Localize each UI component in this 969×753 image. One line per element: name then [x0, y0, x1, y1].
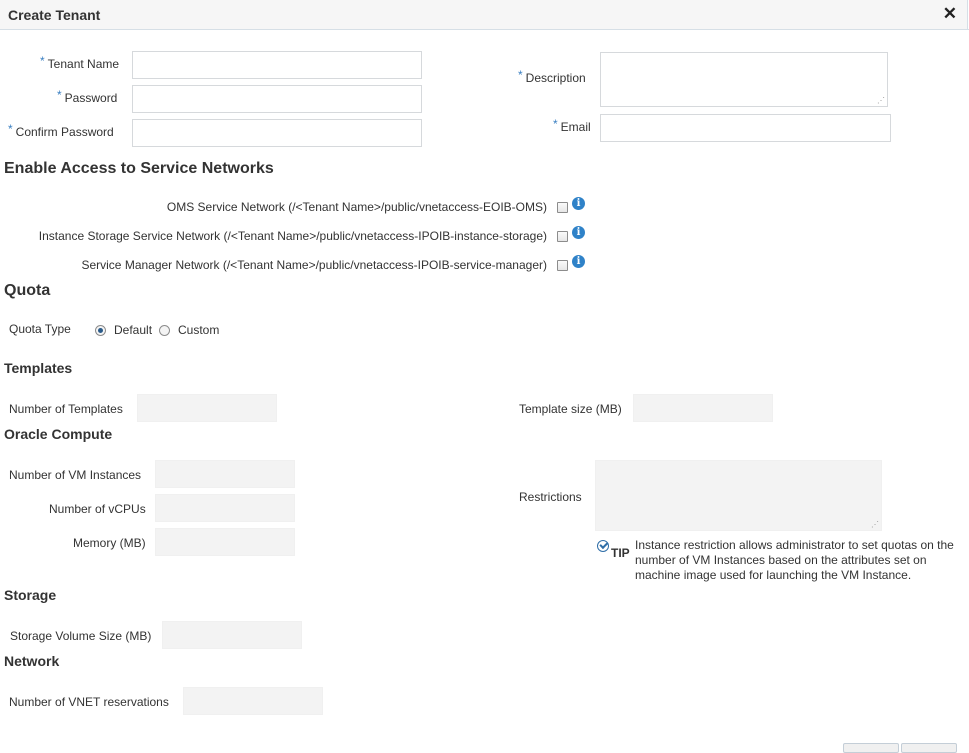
required-marker: *: [57, 88, 62, 102]
resize-handle-icon[interactable]: ⋰: [877, 97, 885, 105]
templates-heading: Templates: [4, 360, 73, 376]
vm-instances-input[interactable]: [155, 460, 295, 488]
storage-volume-input[interactable]: [162, 621, 302, 649]
oracle-compute-heading: Oracle Compute: [4, 426, 113, 442]
network-label-oms: OMS Service Network (/<Tenant Name>/publ…: [166, 200, 547, 214]
restrictions-textarea[interactable]: ⋰: [595, 460, 882, 531]
restrictions-label: Restrictions: [519, 490, 582, 504]
required-marker: *: [8, 122, 13, 136]
memory-label: Memory (MB): [73, 536, 146, 550]
network-checkbox-instance-storage[interactable]: [557, 231, 568, 242]
quota-default-label[interactable]: Default: [114, 323, 152, 337]
networks-heading: Enable Access to Service Networks: [4, 160, 274, 177]
email-input[interactable]: [600, 114, 891, 142]
quota-type-label: Quota Type: [9, 322, 71, 336]
required-marker: *: [40, 54, 45, 68]
vcpus-input[interactable]: [155, 494, 295, 522]
resize-handle-icon[interactable]: ⋰: [871, 521, 879, 529]
close-icon[interactable]: ✕: [943, 5, 957, 22]
confirm-password-label: * Confirm Password: [8, 122, 114, 139]
footer-button[interactable]: [901, 743, 957, 753]
network-label-service-manager: Service Manager Network (/<Tenant Name>/…: [81, 258, 547, 272]
quota-custom-label[interactable]: Custom: [178, 323, 219, 337]
network-label-instance-storage: Instance Storage Service Network (/<Tena…: [38, 229, 547, 243]
storage-volume-label: Storage Volume Size (MB): [10, 629, 152, 643]
network-checkbox-oms[interactable]: [557, 202, 568, 213]
memory-input[interactable]: [155, 528, 295, 556]
vcpus-label: Number of vCPUs: [49, 502, 146, 516]
email-label: * Email: [553, 117, 591, 134]
dialog-title: Create Tenant: [8, 7, 101, 23]
template-size-input[interactable]: [633, 394, 773, 422]
template-size-label: Template size (MB): [519, 402, 622, 416]
tenant-name-input[interactable]: [132, 51, 422, 79]
info-icon[interactable]: i: [572, 255, 585, 268]
vm-instances-label: Number of VM Instances: [9, 468, 142, 482]
password-input[interactable]: [132, 85, 422, 113]
network-checkbox-service-manager[interactable]: [557, 260, 568, 271]
vnet-reservations-input[interactable]: [183, 687, 323, 715]
info-icon[interactable]: i: [572, 197, 585, 210]
required-marker: *: [553, 117, 558, 131]
network-heading: Network: [4, 653, 60, 669]
quota-custom-radio[interactable]: [159, 325, 170, 336]
tip-check-icon: [597, 540, 609, 552]
dialog-titlebar: Create Tenant ✕: [0, 0, 968, 30]
number-of-templates-label: Number of Templates: [9, 402, 123, 416]
vnet-reservations-label: Number of VNET reservations: [9, 695, 169, 709]
quota-default-radio[interactable]: [95, 325, 106, 336]
description-textarea[interactable]: ⋰: [600, 52, 888, 107]
titlebar-divider: [0, 29, 969, 30]
description-label: * Description: [518, 68, 586, 85]
required-marker: *: [518, 68, 523, 82]
quota-heading: Quota: [4, 282, 51, 299]
tenant-name-label: * Tenant Name: [40, 54, 120, 71]
confirm-password-input[interactable]: [132, 119, 422, 147]
footer-button[interactable]: [843, 743, 899, 753]
info-icon[interactable]: i: [572, 226, 585, 239]
number-of-templates-input[interactable]: [137, 394, 277, 422]
tip-text: Instance restriction allows administrato…: [635, 538, 954, 582]
storage-heading: Storage: [4, 587, 57, 603]
password-label: * Password: [57, 88, 118, 105]
tip-label: TIP: [611, 546, 630, 560]
